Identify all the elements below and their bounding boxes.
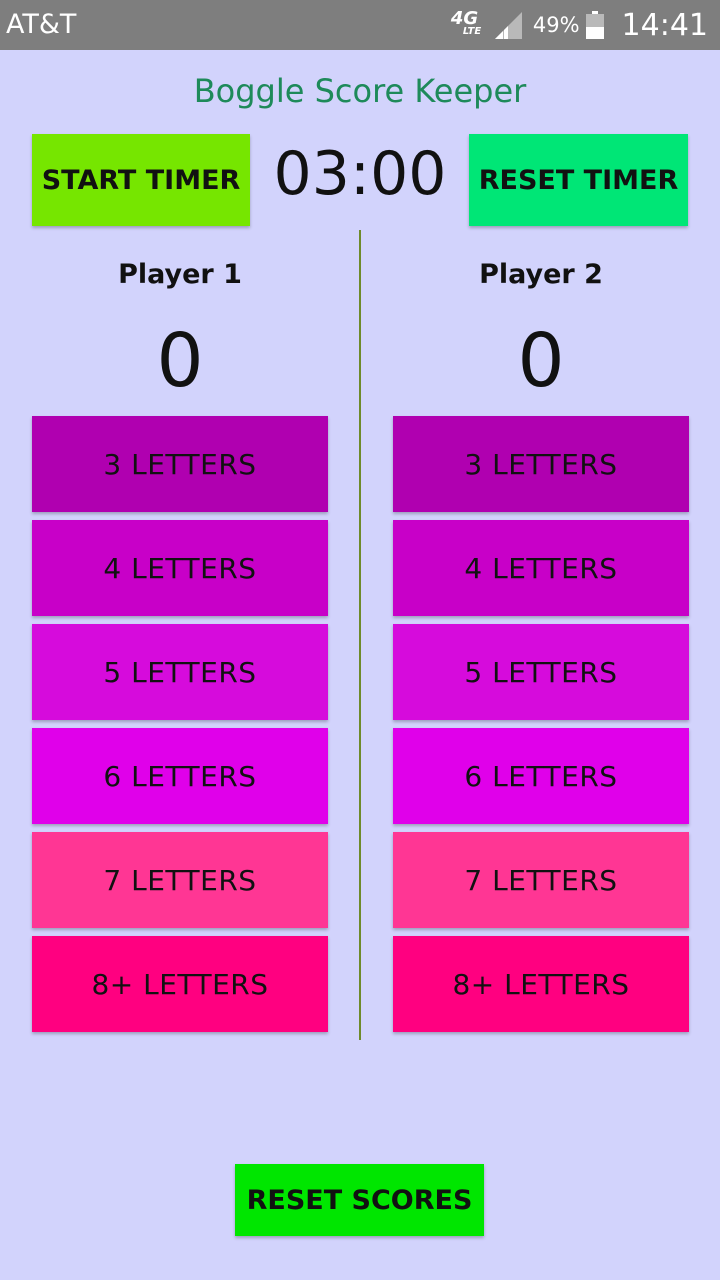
player-2-4-letters-button[interactable]: 4 LETTERS	[393, 520, 689, 616]
player-1-7-letters-button[interactable]: 7 LETTERS	[32, 832, 328, 928]
player-1-6-letters-button[interactable]: 6 LETTERS	[32, 728, 328, 824]
player-1-3-letters-button[interactable]: 3 LETTERS	[32, 416, 328, 512]
player-2-3-letters-button[interactable]: 3 LETTERS	[393, 416, 689, 512]
carrier-name: AT&T	[6, 9, 77, 40]
app-title: Boggle Score Keeper	[193, 72, 527, 110]
player-2-5-letters-button[interactable]: 5 LETTERS	[393, 624, 689, 720]
battery-icon	[585, 11, 604, 39]
player-1-8plus-letters-button[interactable]: 8+ LETTERS	[32, 936, 328, 1032]
clock-time: 14:41	[621, 7, 708, 43]
player-2-7-letters-button[interactable]: 7 LETTERS	[393, 832, 689, 928]
player-2-letter-buttons: 3 LETTERS 4 LETTERS 5 LETTERS 6 LETTERS …	[393, 416, 689, 1040]
status-icons: 4G LTE 49% 14:41	[451, 0, 708, 50]
player-2-name: Player 2	[479, 259, 603, 290]
battery-percent: 49%	[532, 13, 580, 37]
player-1-score: 0	[156, 318, 204, 404]
player-1-4-letters-button[interactable]: 4 LETTERS	[32, 520, 328, 616]
player-1-letter-buttons: 3 LETTERS 4 LETTERS 5 LETTERS 6 LETTERS …	[32, 416, 328, 1040]
timer-display: 03:00	[273, 139, 447, 209]
player-2-8plus-letters-button[interactable]: 8+ LETTERS	[393, 936, 689, 1032]
player-divider	[359, 230, 361, 1040]
player-1-5-letters-button[interactable]: 5 LETTERS	[32, 624, 328, 720]
player-2-6-letters-button[interactable]: 6 LETTERS	[393, 728, 689, 824]
network-4g-lte-icon: 4G LTE	[451, 9, 485, 41]
reset-scores-button[interactable]: RESET SCORES	[235, 1164, 484, 1236]
player-2-score: 0	[517, 318, 565, 404]
signal-strength-icon	[494, 12, 522, 39]
status-bar: AT&T 4G LTE 49% 14:41	[0, 0, 720, 50]
player-1-name: Player 1	[118, 259, 242, 290]
network-subtype: LTE	[462, 26, 482, 37]
start-timer-button[interactable]: START TIMER	[32, 134, 250, 226]
reset-timer-button[interactable]: RESET TIMER	[469, 134, 688, 226]
